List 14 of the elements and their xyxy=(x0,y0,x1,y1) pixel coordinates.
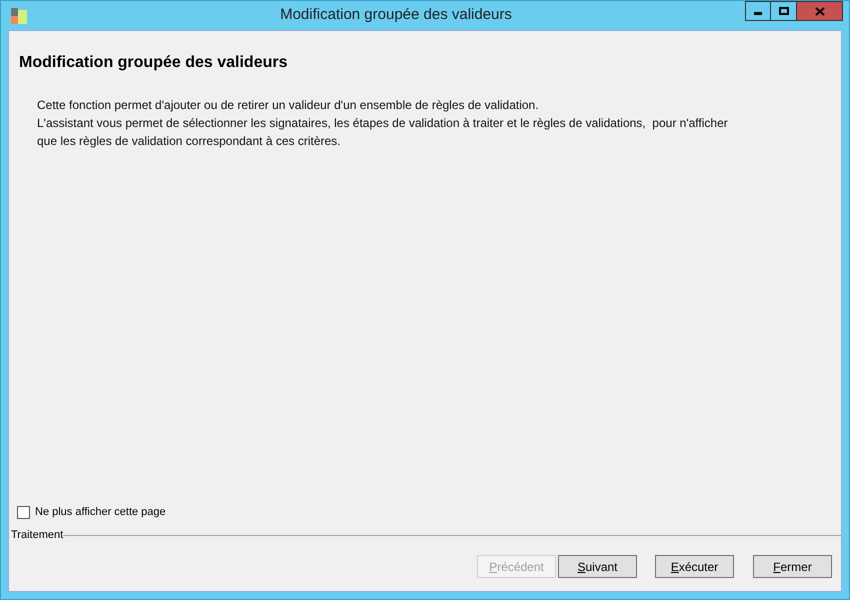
dialog-button[interactable]: Suivant xyxy=(558,555,637,578)
page-heading: Modification groupée des valideurs xyxy=(19,53,288,73)
dialog-button[interactable]: Exécuter xyxy=(655,555,734,578)
checkbox[interactable] xyxy=(17,506,30,519)
minimize-button[interactable] xyxy=(745,1,771,21)
close-button[interactable] xyxy=(797,1,843,21)
maximize-button[interactable] xyxy=(771,1,797,21)
dialog-button[interactable]: Fermer xyxy=(753,555,832,578)
group-label: Traitement xyxy=(11,528,64,542)
window-title: Modification groupée des valideurs xyxy=(279,5,513,26)
description-text: Cette fonction permet d'ajouter ou de retirer un valideur d'un ensemble de règles de validation. L'assistant vous permet de sélectionner les signataires, les étapes de validation à traiter et le règles de validations, pour n'afficher que les règles de validation correspondant à ces critères. xyxy=(37,97,729,150)
app-icon xyxy=(11,8,27,24)
checkbox-label: Ne plus afficher cette page xyxy=(35,505,166,520)
close-icon xyxy=(814,6,824,16)
